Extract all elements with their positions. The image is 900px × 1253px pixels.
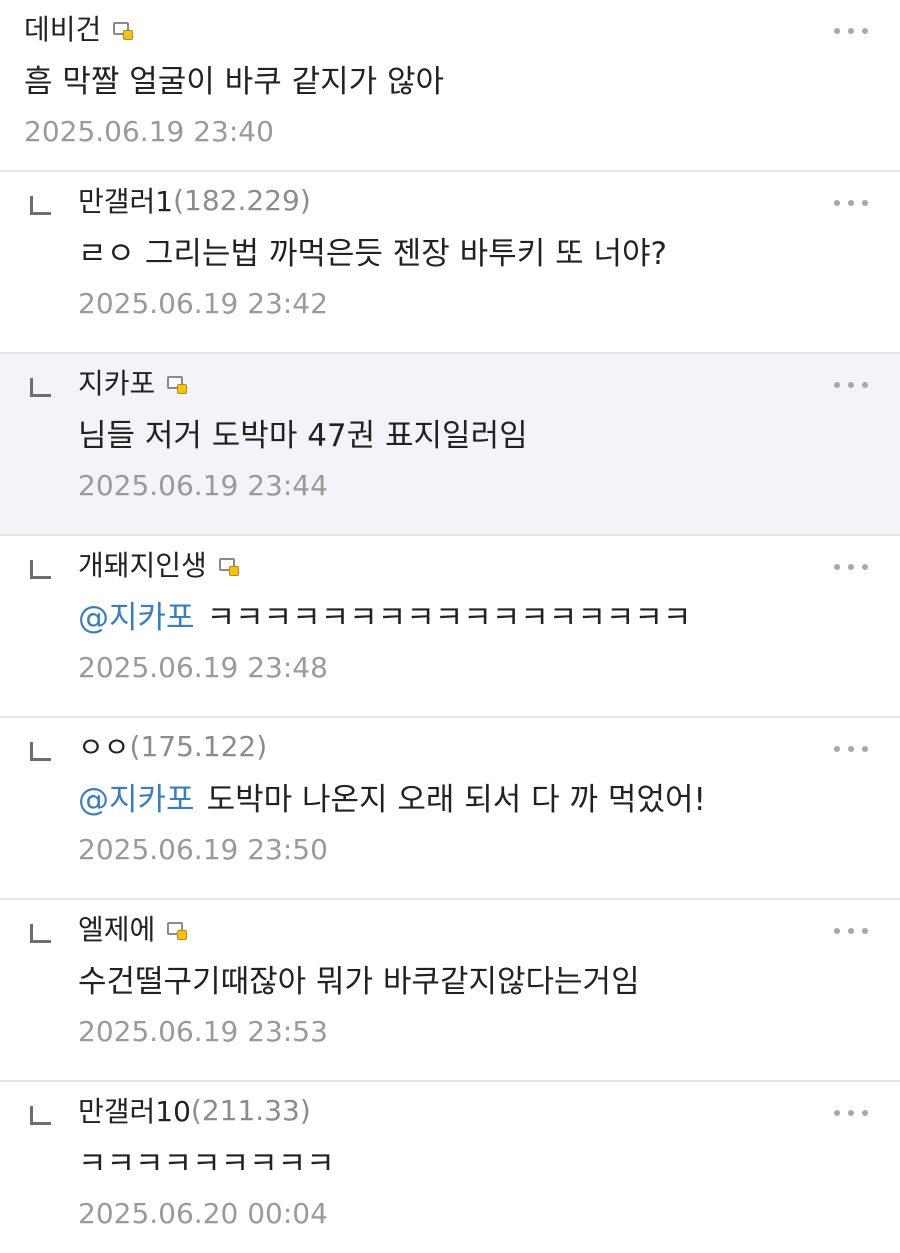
more-options-icon[interactable] xyxy=(834,1108,868,1118)
member-badge-icon xyxy=(167,376,188,394)
comment-nickname[interactable]: ㅇㅇ xyxy=(78,726,130,766)
reply-arrow-icon xyxy=(30,924,51,943)
comment-text: @지카포 ㅋㅋㅋㅋㅋㅋㅋㅋㅋㅋㅋㅋㅋㅋㅋㅋㅋ xyxy=(78,596,820,640)
comment-body: 흠 막짤 얼굴이 바쿠 같지가 않아 xyxy=(24,64,445,100)
member-badge-icon xyxy=(218,558,239,576)
comment-body: 도박마 나온지 오래 되서 다 까 먹었어! xyxy=(206,782,706,818)
comment-body: ㅋㅋㅋㅋㅋㅋㅋㅋㅋㅋㅋㅋㅋㅋㅋㅋㅋ xyxy=(206,600,692,636)
comment-item: 데비건 흠 막짤 얼굴이 바쿠 같지가 않아 2025.06.19 23:40 xyxy=(0,0,900,172)
comment-item: 엘제에 수건떨구기때잖아 뭐가 바쿠같지않다는거임 2025.06.19 23:… xyxy=(0,900,900,1082)
reply-arrow-icon xyxy=(30,560,51,579)
comment-text: ㅋㅋㅋㅋㅋㅋㅋㅋㅋ xyxy=(78,1142,820,1186)
reply-arrow-icon xyxy=(30,1106,51,1125)
comment-mention[interactable]: @지카포 xyxy=(78,782,195,818)
comment-date: 2025.06.19 23:53 xyxy=(78,1015,328,1048)
comment-header: 데비건 xyxy=(24,6,134,50)
comment-header: ㅇㅇ (175.122) xyxy=(78,724,267,768)
reply-arrow-icon xyxy=(30,378,51,397)
more-options-icon[interactable] xyxy=(834,380,868,390)
more-options-icon[interactable] xyxy=(834,26,868,36)
comment-text: ㄹㅇ 그리는법 까먹은듯 젠장 바투키 또 너야? xyxy=(78,232,820,276)
comment-text: @지카포 도박마 나온지 오래 되서 다 까 먹었어! xyxy=(78,778,820,822)
reply-arrow-icon xyxy=(30,196,51,215)
comment-nickname[interactable]: 데비건 xyxy=(24,8,101,48)
member-badge-icon xyxy=(113,22,134,40)
comment-item: 만갤러10 (211.33) ㅋㅋㅋㅋㅋㅋㅋㅋㅋ 2025.06.20 00:0… xyxy=(0,1082,900,1253)
comment-date: 2025.06.19 23:44 xyxy=(78,469,328,502)
comment-nickname[interactable]: 만갤러10 xyxy=(78,1090,191,1130)
comment-nickname[interactable]: 지카포 xyxy=(78,362,155,402)
comment-date: 2025.06.19 23:48 xyxy=(78,651,328,684)
comment-date: 2025.06.19 23:40 xyxy=(24,115,274,148)
comment-date: 2025.06.20 00:04 xyxy=(78,1197,328,1230)
comment-ip: (182.229) xyxy=(173,183,311,217)
comment-body: ㄹㅇ 그리는법 까먹은듯 젠장 바투키 또 너야? xyxy=(78,236,667,272)
member-badge-icon xyxy=(167,922,188,940)
comment-header: 만갤러1 (182.229) xyxy=(78,178,311,222)
comment-list: 데비건 흠 막짤 얼굴이 바쿠 같지가 않아 2025.06.19 23:40 … xyxy=(0,0,900,1253)
comment-body: ㅋㅋㅋㅋㅋㅋㅋㅋㅋ xyxy=(78,1146,335,1182)
comment-header: 개돼지인생 xyxy=(78,542,239,586)
comment-mention[interactable]: @지카포 xyxy=(78,600,195,636)
comment-text: 흠 막짤 얼굴이 바쿠 같지가 않아 xyxy=(24,60,820,104)
comment-nickname[interactable]: 엘제에 xyxy=(78,908,155,948)
more-options-icon[interactable] xyxy=(834,926,868,936)
comment-ip: (175.122) xyxy=(129,729,268,763)
more-options-icon[interactable] xyxy=(834,744,868,754)
comment-nickname[interactable]: 만갤러1 xyxy=(78,180,173,220)
comment-ip: (211.33) xyxy=(190,1093,311,1127)
comment-item: ㅇㅇ (175.122) @지카포 도박마 나온지 오래 되서 다 까 먹었어! … xyxy=(0,718,900,900)
comment-header: 엘제에 xyxy=(78,906,188,950)
comment-header: 지카포 xyxy=(78,360,188,404)
more-options-icon[interactable] xyxy=(834,198,868,208)
comment-item: 지카포 님들 저거 도박마 47권 표지일러임 2025.06.19 23:44 xyxy=(0,354,900,536)
comment-text: 님들 저거 도박마 47권 표지일러임 xyxy=(78,414,820,458)
comment-item: 만갤러1 (182.229) ㄹㅇ 그리는법 까먹은듯 젠장 바투키 또 너야?… xyxy=(0,172,900,354)
comment-date: 2025.06.19 23:42 xyxy=(78,287,328,320)
comment-item: 개돼지인생 @지카포 ㅋㅋㅋㅋㅋㅋㅋㅋㅋㅋㅋㅋㅋㅋㅋㅋㅋ 2025.06.19 2… xyxy=(0,536,900,718)
comment-date: 2025.06.19 23:50 xyxy=(78,833,328,866)
comment-text: 수건떨구기때잖아 뭐가 바쿠같지않다는거임 xyxy=(78,960,820,1004)
comment-body: 님들 저거 도박마 47권 표지일러임 xyxy=(78,418,528,454)
comment-body: 수건떨구기때잖아 뭐가 바쿠같지않다는거임 xyxy=(78,964,640,1000)
reply-arrow-icon xyxy=(30,742,51,761)
comment-header: 만갤러10 (211.33) xyxy=(78,1088,311,1132)
comment-nickname[interactable]: 개돼지인생 xyxy=(78,544,207,584)
more-options-icon[interactable] xyxy=(834,562,868,572)
